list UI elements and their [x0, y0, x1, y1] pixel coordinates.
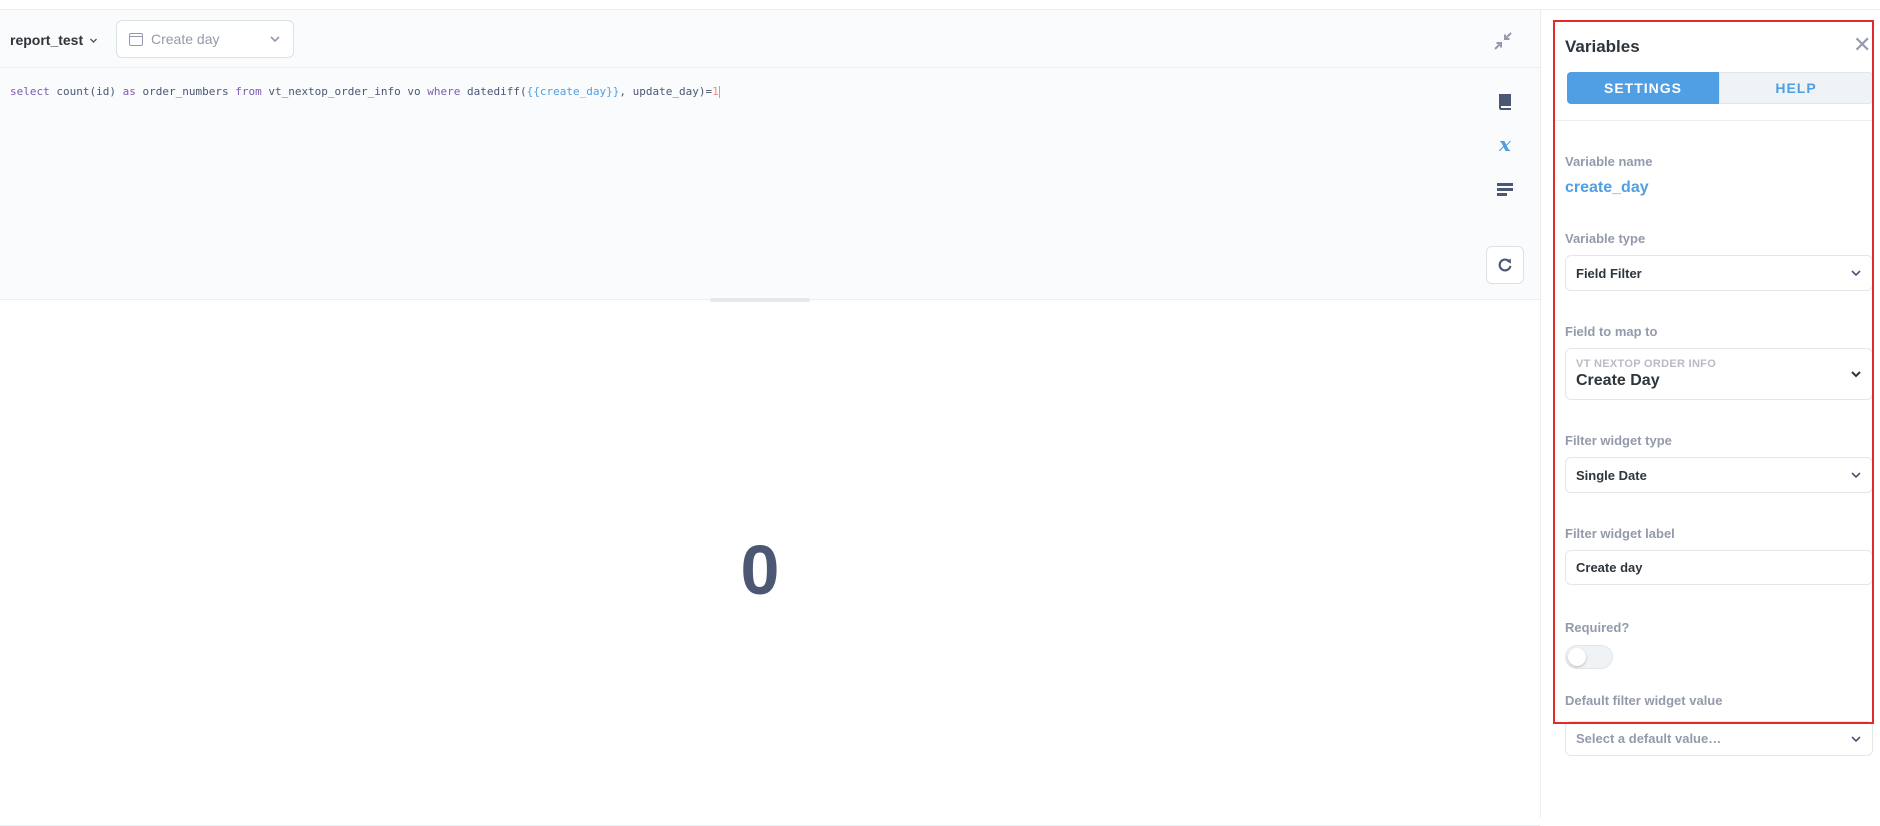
scalar-result-value: 0	[740, 531, 780, 609]
field-to-map-label: Field to map to	[1565, 324, 1658, 339]
collapse-arrows-icon[interactable]	[1492, 30, 1514, 52]
chevron-down-icon	[1851, 735, 1861, 742]
sql-number: 1	[712, 85, 719, 98]
required-toggle[interactable]	[1565, 645, 1613, 669]
database-name: report_test	[10, 32, 84, 48]
panel-tabs: SETTINGS HELP	[1567, 72, 1873, 104]
filter-widget-label-label: Filter widget label	[1565, 526, 1675, 541]
sql-text: , update_day)=	[619, 85, 713, 98]
variable-type-select[interactable]: Field Filter	[1565, 255, 1873, 291]
sql-query-text[interactable]: select count(id) as order_numbers from v…	[10, 85, 720, 98]
chevron-down-icon	[270, 36, 280, 43]
query-result: 0	[0, 302, 1540, 818]
filter-widget-label: Create day	[151, 31, 220, 47]
panel-title: Variables	[1565, 37, 1640, 56]
run-query-button[interactable]	[1486, 246, 1524, 284]
text-caret	[718, 86, 720, 98]
sql-text: order_numbers	[135, 85, 236, 98]
query-main-area: report_test Create day select count(id) …	[0, 10, 1541, 826]
refresh-icon	[1498, 258, 1512, 272]
sql-text: datediff(	[460, 85, 527, 98]
divider	[1553, 120, 1874, 121]
sql-text: count(id)	[49, 85, 123, 98]
sql-editor[interactable]: select count(id) as order_numbers from v…	[0, 68, 1540, 300]
editor-header: report_test Create day	[0, 10, 1540, 68]
sql-keyword: select	[10, 85, 50, 98]
chevron-down-icon	[1851, 270, 1861, 277]
close-icon[interactable]: ✕	[1853, 34, 1871, 56]
default-value-select[interactable]: Select a default value…	[1565, 721, 1873, 756]
variable-name-value: create_day	[1565, 179, 1649, 196]
variable-type-label: Variable type	[1565, 231, 1646, 246]
svg-text:x: x	[1498, 134, 1512, 156]
toggle-knob	[1568, 648, 1586, 666]
variables-sidebar: Variables ✕ SETTINGS HELP Variable name …	[1553, 20, 1874, 756]
database-picker[interactable]: report_test	[10, 32, 98, 48]
variable-type-value: Field Filter	[1576, 265, 1642, 281]
mapped-table-name: VT NEXTOP ORDER INFO	[1576, 358, 1717, 370]
filter-widget-label-input[interactable]	[1565, 550, 1873, 585]
chevron-down-icon	[1851, 371, 1861, 378]
book-icon[interactable]	[1493, 90, 1517, 114]
sql-text: vt_nextop_order_info vo	[261, 85, 428, 98]
default-value-placeholder: Select a default value…	[1576, 731, 1722, 746]
default-value-label: Default filter widget value	[1565, 693, 1723, 708]
chevron-down-icon	[90, 38, 98, 43]
filter-widget-type-label: Filter widget type	[1565, 433, 1672, 448]
filter-widget-type-value: Single Date	[1576, 467, 1647, 483]
create-day-filter-widget[interactable]: Create day	[116, 20, 294, 58]
mapped-field-name: Create Day	[1576, 372, 1660, 389]
variable-x-icon[interactable]: x	[1493, 133, 1517, 157]
calendar-icon	[129, 32, 143, 46]
sql-keyword: from	[235, 85, 262, 98]
sql-keyword: as	[122, 85, 136, 98]
field-to-map-select[interactable]: VT NEXTOP ORDER INFO Create Day	[1565, 348, 1873, 400]
tab-settings[interactable]: SETTINGS	[1567, 72, 1719, 104]
sql-variable: {{create_day}}	[526, 85, 620, 98]
snippet-lines-icon[interactable]	[1493, 177, 1517, 201]
filter-widget-type-select[interactable]: Single Date	[1565, 457, 1873, 493]
required-label: Required?	[1565, 620, 1630, 635]
top-bar	[0, 0, 1880, 10]
sql-keyword: where	[427, 85, 461, 98]
tab-help[interactable]: HELP	[1719, 72, 1873, 104]
variable-name-label: Variable name	[1565, 154, 1653, 169]
chevron-down-icon	[1851, 472, 1861, 479]
